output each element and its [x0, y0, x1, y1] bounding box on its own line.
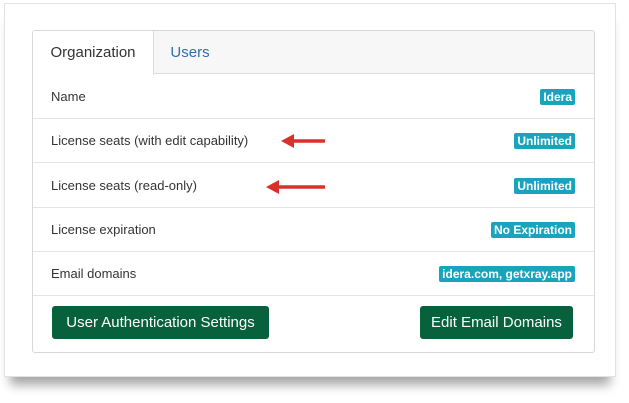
license-seats-edit-label: License seats (with edit capability) [51, 133, 249, 148]
row-license-seats-readonly: License seats (read-only) Unlimited [33, 163, 594, 208]
row-license-expiration: License expiration No Expiration [33, 208, 594, 252]
license-seats-readonly-badge: Unlimited [514, 178, 575, 194]
email-domains-label: Email domains [51, 266, 137, 281]
license-seats-readonly-label: License seats (read-only) [51, 178, 197, 193]
organization-panel: Organization Users Name Idera License se… [32, 30, 595, 353]
license-expiration-label: License expiration [51, 222, 156, 237]
tab-organization[interactable]: Organization [33, 31, 154, 75]
name-label: Name [51, 89, 86, 104]
red-arrow-icon [266, 180, 325, 194]
row-name: Name Idera [33, 75, 594, 119]
tab-bar: Organization Users [33, 31, 594, 75]
license-seats-edit-badge: Unlimited [514, 133, 575, 149]
row-license-seats-edit: License seats (with edit capability) Unl… [33, 119, 594, 163]
screenshot-frame: Organization Users Name Idera License se… [4, 3, 616, 377]
email-domains-badge: idera.com, getxray.app [439, 266, 575, 282]
name-badge: Idera [540, 89, 575, 105]
edit-email-domains-button[interactable]: Edit Email Domains [420, 306, 573, 339]
tab-users[interactable]: Users [154, 31, 226, 74]
user-authentication-settings-button[interactable]: User Authentication Settings [52, 306, 269, 339]
row-email-domains: Email domains idera.com, getxray.app [33, 252, 594, 296]
license-expiration-badge: No Expiration [490, 222, 575, 238]
red-arrow-icon [281, 134, 325, 148]
